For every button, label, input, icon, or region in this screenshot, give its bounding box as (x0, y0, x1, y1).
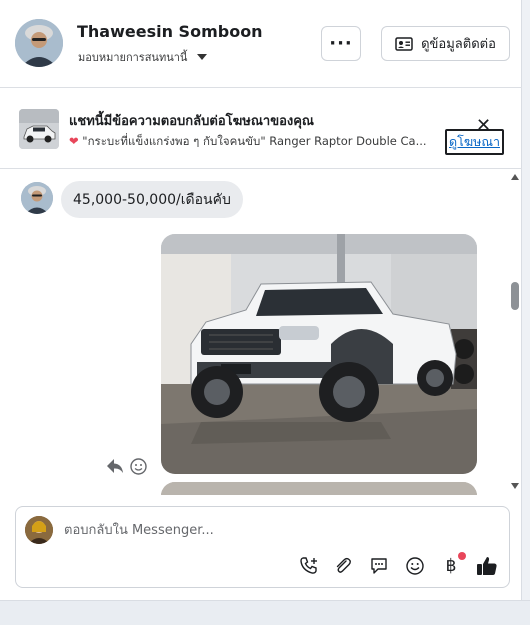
assign-label: มอบหมายการสนทนานี้ (78, 51, 188, 64)
caret-down-icon (197, 54, 208, 60)
assign-conversation-dropdown[interactable]: มอบหมายการสนทนานี้ (78, 48, 208, 66)
reply-input[interactable] (64, 519, 484, 541)
phone-plus-icon[interactable] (297, 554, 321, 578)
bottom-strip (0, 600, 530, 625)
more-options-button[interactable]: ··· (321, 26, 361, 61)
ad-reply-banner: แชทนี้มีข้อความตอบกลับต่อโฆษณาของคุณ ❤ "… (0, 89, 522, 169)
thumbs-up-icon[interactable] (475, 554, 499, 578)
ad-thumbnail (19, 109, 59, 149)
view-ad-link[interactable]: ดูโฆษณา (445, 129, 504, 155)
message-photo-2[interactable] (161, 482, 477, 495)
ad-caption: "กระบะที่แข็งแกร่งพอ ๆ กับใจคนขับ" Range… (82, 134, 427, 148)
incoming-message-bubble[interactable]: 45,000-50,000/เดือนคับ (61, 181, 243, 218)
conversation-panel: Thaweesin Somboon มอบหมายการสนทนานี้ ···… (0, 0, 522, 600)
ad-banner-title: แชทนี้มีข้อความตอบกลับต่อโฆษณาของคุณ (69, 114, 314, 129)
scroll-thumb[interactable] (511, 282, 519, 310)
notification-dot (458, 552, 466, 560)
saved-reply-icon[interactable] (367, 554, 391, 578)
emoji-icon[interactable] (403, 554, 427, 578)
scroll-down-arrow-icon[interactable] (511, 483, 519, 489)
message-composer: ฿ (15, 506, 510, 588)
ad-banner-subtitle: ❤ "กระบะที่แข็งแกร่งพอ ๆ กับใจคนขับ" Ran… (69, 133, 441, 151)
message-photo[interactable] (161, 234, 477, 474)
contact-card-icon (395, 36, 413, 51)
scroll-up-arrow-icon[interactable] (511, 174, 519, 180)
more-icon: ··· (329, 33, 353, 54)
view-contact-info-button[interactable]: ดูข้อมูลติดต่อ (381, 26, 510, 61)
sender-avatar (21, 182, 53, 214)
contact-info-label: ดูข้อมูลติดต่อ (421, 37, 496, 52)
contact-avatar[interactable] (15, 19, 63, 67)
attachment-icon[interactable] (331, 554, 355, 578)
heart-icon: ❤ (69, 134, 79, 148)
reply-icon[interactable] (106, 458, 124, 478)
close-icon[interactable]: ✕ (476, 117, 491, 135)
message-scrollbar[interactable] (508, 170, 522, 495)
conversation-header: Thaweesin Somboon มอบหมายการสนทนานี้ ···… (0, 0, 522, 88)
contact-name: Thaweesin Somboon (77, 22, 263, 41)
page-avatar (25, 516, 53, 544)
react-emoji-icon[interactable] (130, 458, 147, 479)
message-thread: 45,000-50,000/เดือนคับ (0, 170, 508, 495)
